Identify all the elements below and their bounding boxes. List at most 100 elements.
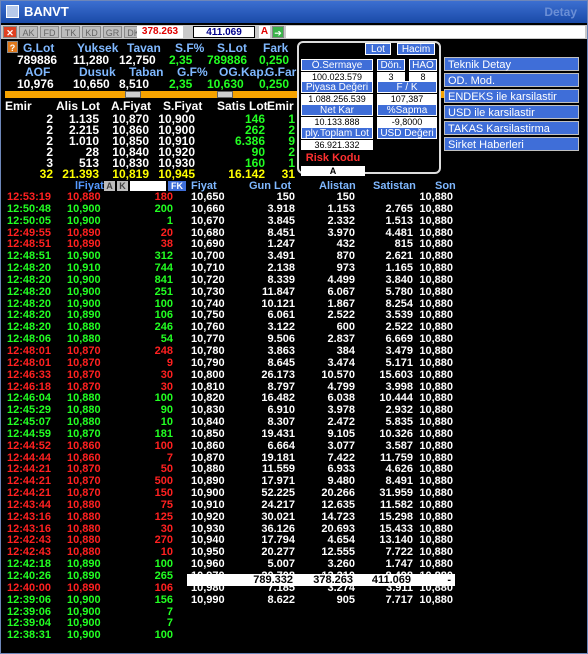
sapma-label[interactable]: %Sapma bbox=[377, 104, 437, 116]
trade-price: 10,890 bbox=[67, 581, 101, 594]
side-menu-item[interactable]: TAKAS Karsilastirma bbox=[444, 121, 579, 135]
price-cell: 3.077 bbox=[327, 439, 355, 452]
trade-lot: 181 bbox=[154, 427, 173, 440]
price-cell: 10,910 bbox=[191, 498, 225, 511]
symbol-input[interactable] bbox=[286, 26, 585, 38]
trade-row: 12:43:44 10,880 75 bbox=[7, 498, 177, 512]
price-cell: 2.332 bbox=[327, 214, 355, 227]
detail-label[interactable]: Detay bbox=[544, 5, 577, 19]
trade-price: 10,870 bbox=[67, 356, 101, 369]
price-cell: 30.021 bbox=[261, 510, 295, 523]
trade-time: 12:46:33 bbox=[7, 368, 52, 381]
price-cell: 11.847 bbox=[261, 285, 295, 298]
toolbar-button-kd[interactable]: KD bbox=[82, 26, 101, 38]
hacim-button[interactable]: Hacim bbox=[397, 43, 435, 55]
total-sell-field[interactable]: 411.069 bbox=[193, 26, 255, 38]
go-icon[interactable]: ➔ bbox=[272, 26, 284, 38]
price-row: 10,820 16.482 6.038 10.444 10,880 bbox=[187, 392, 455, 405]
toolbar-button-ak[interactable]: AK bbox=[19, 26, 38, 38]
price-row: 10,650 150 150 10,880 bbox=[187, 191, 455, 204]
trades-filter-a[interactable]: A bbox=[104, 181, 115, 191]
summary-value-2: 10,650 bbox=[73, 77, 110, 91]
price-cell: 10,800 bbox=[191, 368, 225, 381]
price-cell: 4.499 bbox=[327, 273, 355, 286]
trades-filter-fk[interactable]: FK bbox=[168, 181, 186, 191]
side-menu-item[interactable]: OD. Mod. bbox=[444, 73, 579, 87]
trade-lot: 30 bbox=[160, 368, 173, 381]
netkar-label[interactable]: Net Kar bbox=[301, 104, 373, 116]
price-cell: 1.153 bbox=[327, 202, 355, 215]
price-cell: 2.765 bbox=[385, 202, 413, 215]
side-menu-item[interactable]: USD ile karsilastir bbox=[444, 105, 579, 119]
scroll-thumb-2[interactable] bbox=[217, 91, 233, 98]
risk-value: A bbox=[301, 166, 365, 176]
price-cell: 8.645 bbox=[267, 356, 295, 369]
price-cell: 3.474 bbox=[327, 356, 355, 369]
price-cell: 15.298 bbox=[379, 510, 413, 523]
title-bar[interactable]: BANVT Detay bbox=[1, 1, 587, 23]
price-cell: 10,880 bbox=[419, 510, 453, 523]
trade-time: 12:44:59 bbox=[7, 427, 52, 440]
trade-price: 10,870 bbox=[67, 368, 101, 381]
risk-letter: A bbox=[259, 26, 270, 38]
trade-price: 10,900 bbox=[67, 202, 101, 215]
trade-price: 10,880 bbox=[67, 498, 101, 511]
osermaye-label[interactable]: Ö.Sermaye bbox=[301, 59, 373, 71]
app-icon bbox=[6, 5, 19, 18]
depth-cell: 10,819 bbox=[112, 167, 149, 181]
trade-row: 12:44:59 10,870 181 bbox=[7, 427, 177, 441]
trade-lot: 251 bbox=[154, 285, 173, 298]
trade-time: 12:48:20 bbox=[7, 285, 52, 298]
trades-filter-input[interactable] bbox=[130, 181, 166, 191]
trade-row: 12:48:01 10,870 9 bbox=[7, 356, 177, 370]
sapma-value: -9,8000 bbox=[377, 117, 437, 127]
price-row: 10,840 8.307 2.472 5.835 10,880 bbox=[187, 416, 455, 429]
scroll-thumb[interactable] bbox=[125, 91, 141, 98]
trade-lot: 125 bbox=[154, 510, 173, 523]
price-cell: 5.780 bbox=[385, 285, 413, 298]
price-cell: 24.217 bbox=[261, 498, 295, 511]
trades-filter-k[interactable]: K bbox=[117, 181, 128, 191]
price-cell: 12.635 bbox=[321, 498, 355, 511]
price-cell: 10,880 bbox=[419, 439, 453, 452]
price-cell: 10,860 bbox=[191, 439, 225, 452]
toolbar-button-gr[interactable]: GR bbox=[103, 26, 122, 38]
don-label[interactable]: Dön. bbox=[377, 59, 405, 71]
lot-button[interactable]: Lot bbox=[365, 43, 391, 55]
price-row: 10,750 6.061 2.522 3.539 10,880 bbox=[187, 310, 455, 322]
price-cell: 10,880 bbox=[419, 368, 453, 381]
price-cell: 3.918 bbox=[267, 202, 295, 215]
price-total: 378.263 bbox=[313, 574, 353, 586]
side-menu-item[interactable]: ENDEKS ile karsilastir bbox=[444, 89, 579, 103]
toplam-lot-label[interactable]: ply.Toplam Lot bbox=[301, 127, 373, 139]
piyasa-label[interactable]: Piyasa Değeri bbox=[301, 81, 373, 93]
trade-time: 12:39:06 bbox=[7, 593, 52, 606]
trade-time: 12:43:16 bbox=[7, 510, 52, 523]
price-cell: 5.171 bbox=[385, 356, 413, 369]
fk-label[interactable]: F / K bbox=[377, 81, 437, 93]
help-icon[interactable]: ? bbox=[7, 41, 18, 53]
usd-value-button[interactable]: USD Değeri bbox=[377, 127, 437, 139]
toolbar-button-fd[interactable]: FD bbox=[40, 26, 59, 38]
price-cell: 10,990 bbox=[191, 593, 225, 606]
trade-time: 12:48:01 bbox=[7, 356, 52, 369]
close-icon[interactable]: ✕ bbox=[3, 26, 17, 38]
price-cell: 26.173 bbox=[261, 368, 295, 381]
side-menu-item[interactable]: Sirket Haberleri bbox=[444, 137, 579, 151]
price-cell: 10,790 bbox=[191, 356, 225, 369]
price-cell: 10,730 bbox=[191, 285, 225, 298]
price-row: 10,680 8.451 3.970 4.481 10,880 bbox=[187, 227, 455, 240]
side-menu-item[interactable]: Teknik Detay bbox=[444, 57, 579, 71]
trade-row: 12:40:00 10,890 106 bbox=[7, 581, 177, 595]
toolbar-button-tk[interactable]: TK bbox=[61, 26, 80, 38]
price-row: 10,920 30.021 14.723 15.298 10,880 bbox=[187, 510, 455, 524]
price-row: 10,830 6.910 3.978 2.932 10,880 bbox=[187, 404, 455, 417]
price-row: 10,760 3.122 600 2.522 10,880 bbox=[187, 321, 455, 334]
trade-row: 12:46:33 10,870 30 bbox=[7, 368, 177, 382]
trade-price: 10,900 bbox=[67, 593, 101, 606]
price-row: 10,950 20.277 12.555 7.722 10,880 bbox=[187, 546, 455, 559]
trade-time: 12:50:05 bbox=[7, 214, 52, 227]
hao-label[interactable]: HAO bbox=[409, 59, 437, 71]
trade-price: 10,870 bbox=[67, 427, 101, 440]
depth-header: S.Fiyat bbox=[163, 99, 203, 113]
